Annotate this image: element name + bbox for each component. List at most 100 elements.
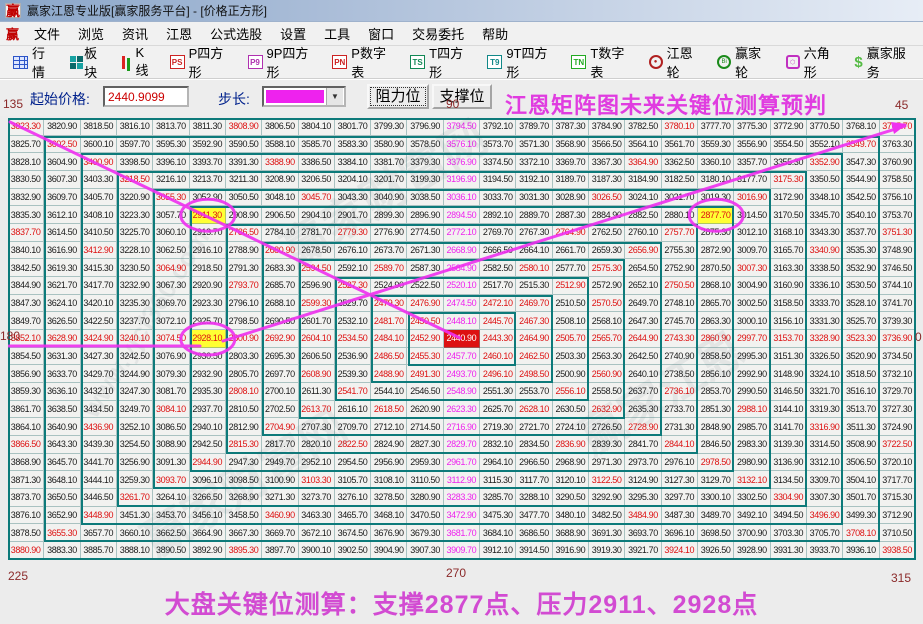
gann-cell: 2644.90 — [625, 330, 662, 348]
toolbar-button-六角形[interactable]: ⬡ 六角形 — [779, 40, 848, 84]
gann-cell: 3302.50 — [734, 489, 771, 507]
toolbar-button-江恩轮[interactable]: ● 江恩轮 — [642, 40, 711, 84]
gann-cell: 3374.50 — [480, 153, 517, 172]
gann-cell: 3211.30 — [225, 171, 263, 189]
gann-cell: 2608.90 — [298, 365, 335, 384]
gann-cell: 3710.50 — [879, 524, 916, 543]
gann-cell: 3199.30 — [407, 171, 444, 189]
gann-cell: 2772.10 — [443, 224, 481, 242]
gann-cell: 2750.50 — [661, 277, 698, 295]
gann-cell: 3876.10 — [8, 506, 45, 525]
gann-cell: 3223.30 — [116, 206, 154, 225]
gann-cell: 3254.50 — [116, 436, 154, 454]
toolbar-button-行情[interactable]: 行情 — [6, 40, 63, 84]
gann-cell: 2827.30 — [407, 436, 444, 454]
toolbar-button-T四方形[interactable]: TS T四方形 — [403, 40, 480, 84]
gann-cell: 3019.30 — [697, 188, 735, 207]
toolbar-button-9P四方形[interactable]: P9 9P四方形 — [241, 40, 326, 84]
gann-cell: 3830.50 — [8, 171, 45, 189]
gann-cell: 3705.70 — [806, 524, 844, 543]
gann-cell: 3458.50 — [225, 506, 263, 525]
gann-cell: 3765.70 — [879, 118, 916, 136]
start-price-input[interactable] — [103, 86, 189, 107]
gann-cell: 3780.10 — [661, 118, 698, 136]
gann-cell: 2796.10 — [225, 294, 263, 313]
t9-icon: T9 — [487, 55, 503, 69]
gann-cell: 3283.30 — [443, 489, 481, 507]
gann-cell: 3501.70 — [843, 489, 880, 507]
gann-cell: 3189.70 — [552, 171, 589, 189]
gann-cell: 3530.50 — [843, 277, 880, 295]
gann-cell: 3091.30 — [153, 453, 190, 472]
gann-cell: 3592.90 — [189, 135, 226, 154]
gann-cell: 3028.90 — [552, 188, 589, 207]
gann-cell: 2860.90 — [697, 330, 735, 348]
gann-cell: 2829.70 — [443, 436, 481, 454]
gann-cell: 3410.50 — [80, 224, 117, 242]
toolbar-button-板块[interactable]: 板块 — [63, 40, 115, 84]
gann-cell: 2604.10 — [298, 330, 335, 348]
gann-cell: 2793.70 — [225, 277, 263, 295]
gann-cell: 3312.10 — [806, 453, 844, 472]
gann-cell: 3021.70 — [661, 188, 698, 207]
toolbar-button-K线[interactable]: K线 — [115, 42, 162, 82]
gann-cell: 3871.30 — [8, 471, 45, 490]
gann-cell: 3088.90 — [153, 436, 190, 454]
toolbar-button-赢家服务[interactable]: $ 赢家服务 — [847, 40, 923, 84]
gann-cell: 3396.10 — [153, 153, 190, 172]
gann-cell: 3340.90 — [806, 241, 844, 260]
gann-cell: 3036.10 — [443, 188, 481, 207]
gann-cell: 2476.90 — [407, 294, 444, 313]
gann-cell: 3136.90 — [770, 453, 807, 472]
gann-cell: 2700.10 — [262, 383, 299, 401]
ps-icon: PS — [169, 55, 185, 69]
gann-cell: 3153.70 — [770, 330, 807, 348]
menu-item-资讯[interactable]: 资讯 — [113, 25, 157, 44]
gann-cell: 3624.10 — [44, 294, 81, 313]
support-button[interactable]: 支撑位 — [432, 84, 492, 109]
gann-cell: 3828.10 — [8, 153, 45, 172]
gann-cell: 3170.50 — [770, 206, 807, 225]
gann-cell: 3177.70 — [734, 171, 771, 189]
gann-cell: 2836.90 — [552, 436, 589, 454]
gann-cell: 2719.30 — [480, 418, 517, 437]
gann-cell: 3813.70 — [153, 118, 190, 136]
gann-cell: 2784.10 — [262, 224, 299, 242]
toolbar-button-P四方形[interactable]: PS P四方形 — [163, 40, 241, 84]
toolbar-button-T数字表[interactable]: TN T数字表 — [564, 40, 641, 84]
toolbar-button-P数字表[interactable]: PN P数字表 — [325, 40, 403, 84]
gann-cell: 3429.70 — [80, 365, 117, 384]
gann-cell: 2589.70 — [371, 259, 408, 278]
gann-cell: 2668.90 — [443, 241, 481, 260]
gann-cell: 2721.70 — [516, 418, 553, 437]
chevron-down-icon[interactable]: ▼ — [326, 88, 343, 105]
gann-cell: 2733.70 — [661, 400, 698, 419]
gann-cell: 2736.10 — [661, 383, 698, 401]
gann-cell: 3681.70 — [443, 524, 481, 543]
gann-cell: 2932.90 — [189, 365, 226, 384]
gann-cell: 2467.30 — [516, 312, 553, 331]
gann-cell: 2572.90 — [589, 277, 626, 295]
gann-cell: 2558.50 — [589, 383, 626, 401]
gann-cell: 2899.30 — [371, 206, 408, 225]
gann-cell: 3403.30 — [80, 171, 117, 189]
resistance-button[interactable]: 阻力位 — [367, 84, 429, 109]
gann-cell: 2649.70 — [625, 294, 662, 313]
gann-cell: 3477.70 — [516, 506, 553, 525]
gann-cell: 3232.90 — [116, 277, 154, 295]
step-combobox[interactable]: ▼ — [262, 86, 346, 107]
gann-cell: 2560.90 — [589, 365, 626, 384]
gann-cell: 2880.10 — [661, 206, 698, 225]
gann-cell: 2947.30 — [225, 453, 263, 472]
gann-cell: 3494.50 — [770, 506, 807, 525]
gann-cell: 2611.30 — [298, 383, 335, 401]
gann-cell: 2568.10 — [589, 312, 626, 331]
gann-cell: 3033.70 — [480, 188, 517, 207]
gann-cell: 2508.10 — [552, 312, 589, 331]
toolbar-button-赢家轮[interactable]: Bi 赢家轮 — [710, 40, 779, 84]
toolbar-button-9T四方形[interactable]: T9 9T四方形 — [480, 40, 564, 84]
gann-cell: 3619.30 — [44, 259, 81, 278]
toolbar-label: 板块 — [84, 46, 98, 80]
gann-cell: 3609.70 — [44, 188, 81, 207]
gann-cell: 2628.10 — [516, 400, 553, 419]
